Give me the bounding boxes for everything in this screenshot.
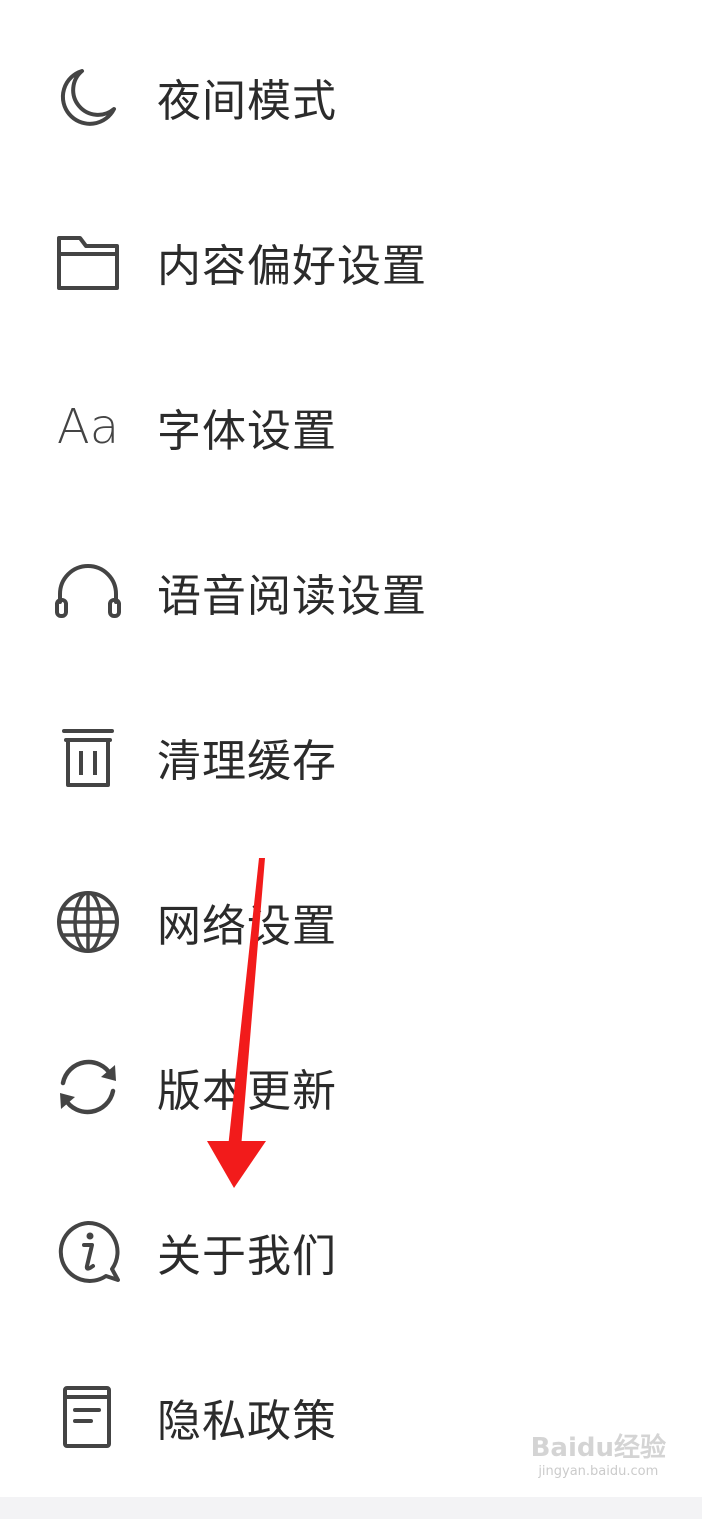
menu-item-network-settings[interactable]: 网络设置 — [0, 839, 702, 1004]
menu-item-font-settings[interactable]: Aa 字体设置 — [0, 344, 702, 509]
folder-icon — [54, 228, 122, 296]
menu-item-label: 字体设置 — [157, 405, 337, 457]
watermark-main-text: Baidu经验 — [530, 1433, 666, 1463]
watermark-logo: Baidu经验 jingyan.baidu.com — [531, 1427, 666, 1479]
menu-item-label: 语音阅读设置 — [157, 570, 427, 622]
moon-icon — [54, 63, 122, 131]
font-icon-text: Aa — [56, 398, 120, 455]
menu-item-label: 关于我们 — [157, 1230, 337, 1282]
menu-item-label: 夜间模式 — [157, 75, 337, 127]
menu-item-night-mode[interactable]: 夜间模式 — [0, 14, 702, 179]
menu-item-label: 隐私政策 — [157, 1395, 337, 1447]
watermark-sub-text: jingyan.baidu.com — [538, 1464, 659, 1479]
menu-item-voice-reading[interactable]: 语音阅读设置 — [0, 509, 702, 674]
menu-item-clear-cache[interactable]: 清理缓存 — [0, 674, 702, 839]
font-icon: Aa — [54, 393, 122, 461]
menu-item-version-update[interactable]: 版本更新 — [0, 1004, 702, 1169]
settings-menu: 夜间模式 内容偏好设置 Aa 字体设置 语音阅读设置 清理缓存 网络设置 版本更… — [0, 14, 702, 1499]
bottom-bar — [0, 1497, 702, 1519]
menu-item-content-preferences[interactable]: 内容偏好设置 — [0, 179, 702, 344]
menu-item-label: 清理缓存 — [157, 735, 337, 787]
menu-item-label: 版本更新 — [157, 1065, 337, 1117]
document-icon — [54, 1383, 122, 1451]
trash-icon — [54, 723, 122, 791]
menu-item-label: 内容偏好设置 — [157, 240, 427, 292]
menu-item-about-us[interactable]: 关于我们 — [0, 1169, 702, 1334]
menu-item-label: 网络设置 — [157, 900, 337, 952]
refresh-icon — [54, 1053, 122, 1121]
globe-icon — [54, 888, 122, 956]
info-icon — [54, 1218, 122, 1286]
headphones-icon — [54, 558, 122, 626]
